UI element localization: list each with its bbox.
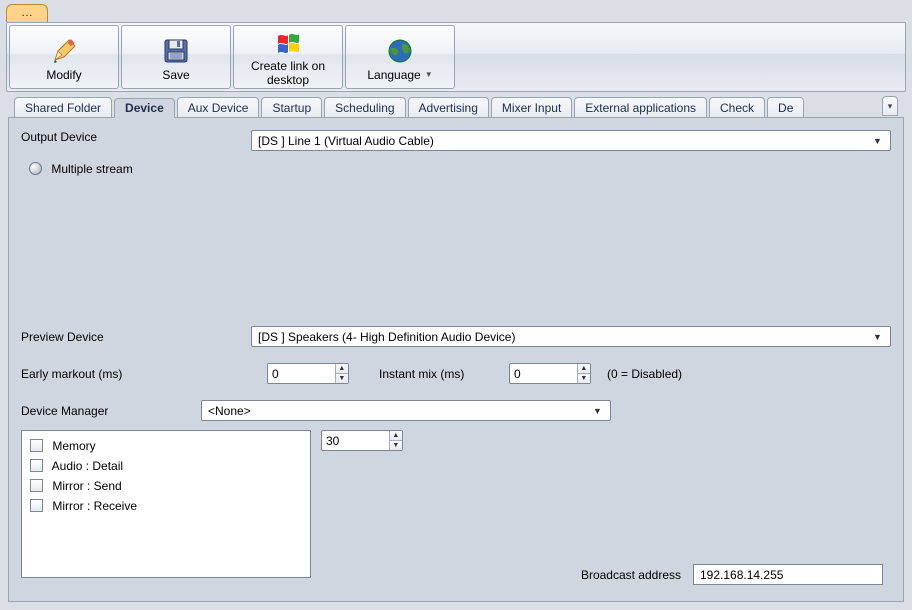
chevron-down-icon: ▼ xyxy=(589,402,606,419)
tab-label: Check xyxy=(720,101,754,115)
device-manager-dropdown[interactable]: <None> ▼ xyxy=(201,400,611,421)
tab-mixer-input[interactable]: Mixer Input xyxy=(491,97,572,117)
windows-icon xyxy=(271,29,305,58)
multiple-stream-label: Multiple stream xyxy=(51,162,132,176)
tab-device[interactable]: Device xyxy=(114,98,175,118)
spin-up-icon[interactable]: ▲ xyxy=(336,364,348,374)
tab-label: External applications xyxy=(585,101,696,115)
tab-label: Device xyxy=(125,101,164,115)
tab-check[interactable]: Check xyxy=(709,97,765,117)
tab-overflow[interactable]: De xyxy=(767,97,804,117)
ribbon-tabstrip: … xyxy=(0,0,912,22)
save-label: Save xyxy=(162,69,189,83)
output-device-dropdown[interactable]: [DS ] Line 1 (Virtual Audio Cable) ▼ xyxy=(251,130,891,151)
chevron-down-icon: ▼ xyxy=(869,328,886,345)
checkbox[interactable] xyxy=(30,499,43,512)
spin-down-icon[interactable]: ▼ xyxy=(578,374,590,383)
tab-aux-device[interactable]: Aux Device xyxy=(177,97,260,117)
checkbox[interactable] xyxy=(30,439,43,452)
ribbon-tab-label: … xyxy=(21,5,33,19)
device-panel: Output Device Multiple stream [DS ] Line… xyxy=(8,118,904,602)
instant-mix-hint: (0 = Disabled) xyxy=(607,367,682,381)
log-item-mirror-send[interactable]: Mirror : Send xyxy=(30,477,302,493)
log-item-label: Audio : Detail xyxy=(52,459,123,473)
log-listbox[interactable]: Memory Audio : Detail Mirror : Send Mirr… xyxy=(21,430,311,578)
preview-device-value: [DS ] Speakers (4- High Definition Audio… xyxy=(258,330,869,344)
tab-shared-folder[interactable]: Shared Folder xyxy=(14,97,112,117)
log-item-memory[interactable]: Memory xyxy=(30,437,302,453)
output-device-value: [DS ] Line 1 (Virtual Audio Cable) xyxy=(258,134,869,148)
checkbox[interactable] xyxy=(30,479,43,492)
log-item-mirror-receive[interactable]: Mirror : Receive xyxy=(30,497,302,513)
modify-button[interactable]: Modify xyxy=(9,25,119,89)
device-manager-label: Device Manager xyxy=(21,404,201,418)
language-button[interactable]: Language ▼ xyxy=(345,25,455,89)
ribbon-active-tab[interactable]: … xyxy=(6,4,48,22)
modify-label: Modify xyxy=(46,69,81,83)
early-markout-label: Early markout (ms) xyxy=(21,367,267,381)
spin-down-icon[interactable]: ▼ xyxy=(336,374,348,383)
tab-external-applications[interactable]: External applications xyxy=(574,97,707,117)
chevron-down-icon: ▼ xyxy=(425,70,433,79)
spin-up-icon[interactable]: ▲ xyxy=(578,364,590,374)
tab-label: Scheduling xyxy=(335,101,394,115)
instant-mix-label: Instant mix (ms) xyxy=(379,367,509,381)
spin-down-icon[interactable]: ▼ xyxy=(390,441,402,450)
max-days-log-input[interactable] xyxy=(322,434,389,448)
globe-icon xyxy=(383,35,417,67)
save-button[interactable]: Save xyxy=(121,25,231,89)
tab-label: Startup xyxy=(272,101,311,115)
output-device-label: Output Device xyxy=(21,130,251,144)
log-item-label: Mirror : Receive xyxy=(52,499,137,513)
max-days-log-spinner[interactable]: ▲▼ xyxy=(321,430,403,451)
floppy-icon xyxy=(159,35,193,67)
tab-bar: Shared Folder Device Aux Device Startup … xyxy=(8,96,904,118)
tab-startup[interactable]: Startup xyxy=(261,97,322,117)
tab-advertising[interactable]: Advertising xyxy=(408,97,489,117)
instant-mix-input[interactable] xyxy=(510,367,577,381)
toolbar: Modify Save xyxy=(6,22,906,92)
chevron-down-icon: ▼ xyxy=(869,132,886,149)
create-link-button[interactable]: Create link on desktop xyxy=(233,25,343,89)
device-manager-value: <None> xyxy=(208,404,589,418)
instant-mix-spinner[interactable]: ▲▼ xyxy=(509,363,591,384)
spin-up-icon[interactable]: ▲ xyxy=(390,431,402,441)
tab-label: Mixer Input xyxy=(502,101,561,115)
early-markout-spinner[interactable]: ▲▼ xyxy=(267,363,349,384)
language-label: Language xyxy=(367,69,420,83)
checkbox[interactable] xyxy=(30,459,43,472)
settings-window: … Modify xyxy=(0,0,912,610)
preview-device-dropdown[interactable]: [DS ] Speakers (4- High Definition Audio… xyxy=(251,326,891,347)
log-item-label: Mirror : Send xyxy=(52,479,121,493)
broadcast-address-input[interactable]: 192.168.14.255 xyxy=(693,564,883,585)
broadcast-address-label: Broadcast address xyxy=(581,568,681,582)
tab-label: Shared Folder xyxy=(25,101,101,115)
early-markout-input[interactable] xyxy=(268,367,335,381)
multiple-stream-radio[interactable] xyxy=(29,162,42,175)
log-item-audio-detail[interactable]: Audio : Detail xyxy=(30,457,302,473)
create-link-label: Create link on desktop xyxy=(234,60,342,88)
preview-device-label: Preview Device xyxy=(21,330,251,344)
broadcast-address-value: 192.168.14.255 xyxy=(700,568,783,582)
tab-label: Advertising xyxy=(419,101,478,115)
tab-label: De xyxy=(778,101,793,115)
tab-scheduling[interactable]: Scheduling xyxy=(324,97,405,117)
tab-label: Aux Device xyxy=(188,101,249,115)
tab-scroll-buttons: ▾ xyxy=(882,96,898,116)
tab-scroll-right-icon[interactable]: ▾ xyxy=(882,96,898,116)
log-item-label: Memory xyxy=(52,439,95,453)
pencil-icon xyxy=(47,35,81,67)
